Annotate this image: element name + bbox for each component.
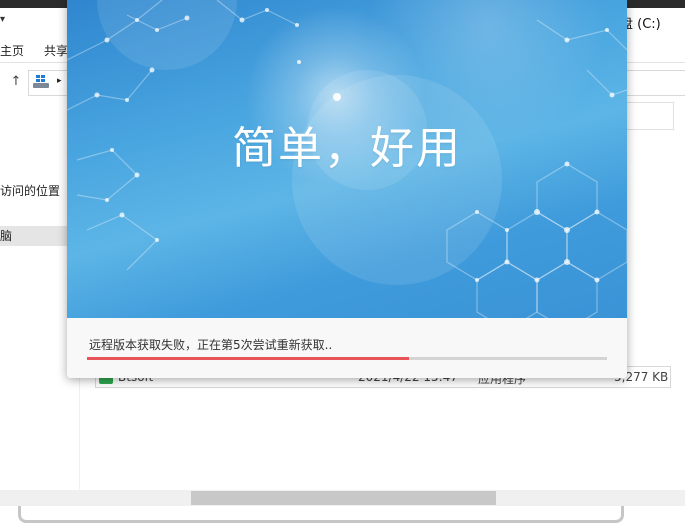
status-area: 远程版本获取失败，正在第5次尝试重新获取.. [67,318,627,378]
horizontal-scrollbar[interactable] [0,490,685,506]
search-input[interactable] [626,70,685,96]
sidebar-item-label: 访问的位置 [0,184,61,198]
tab-home[interactable]: 主页 [0,42,24,59]
ribbon-toggle-icon[interactable]: ▾ [0,14,5,25]
progress-bar [87,357,607,360]
tab-share[interactable]: 共享 [44,42,68,59]
scrollbar-thumb[interactable] [191,491,496,505]
splash-dialog: 简单，好用 远程版本获取失败，正在第5次尝试重新获取.. [67,0,627,378]
chevron-right-icon[interactable]: ▸ [57,76,62,86]
splash-banner: 简单，好用 [67,0,627,318]
sidebar-item-label: 脑 [0,229,13,243]
address-bar[interactable]: ▸ [28,70,70,96]
progress-bar-fill [87,357,410,360]
up-arrow-icon[interactable]: ↑ [8,74,24,90]
navigation-pane: 访问的位置 脑 [0,100,70,490]
sidebar-item-recent-places[interactable]: 访问的位置 [0,182,60,199]
status-message: 远程版本获取失败，正在第5次尝试重新获取.. [89,338,333,352]
drive-icon [33,75,49,89]
sidebar-item-computer[interactable]: 脑 [0,226,70,246]
slogan-text: 简单，好用 [232,123,462,174]
bottom-window-frame [18,506,624,523]
